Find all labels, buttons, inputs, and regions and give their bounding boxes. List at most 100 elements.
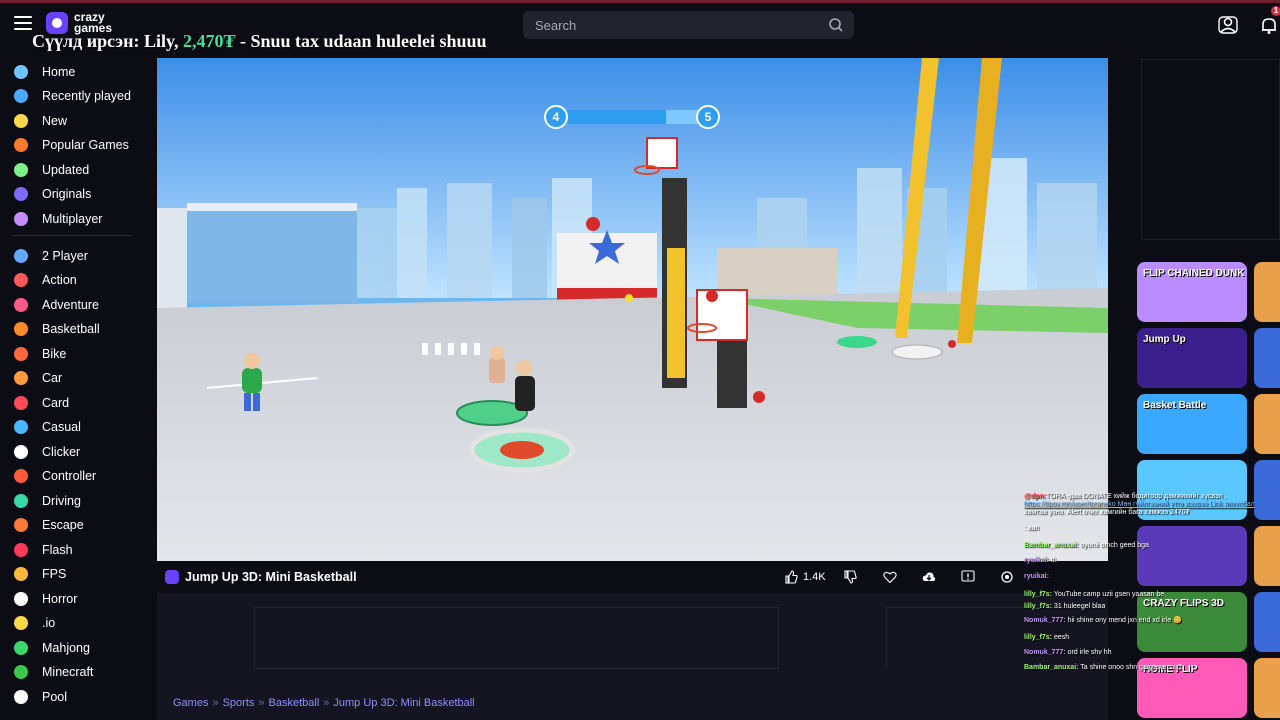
breadcrumb-link[interactable]: Sports xyxy=(223,697,255,709)
friends-icon[interactable] xyxy=(1217,14,1239,36)
sidebar-item-label: Mahjong xyxy=(42,641,90,655)
heart-icon[interactable] xyxy=(883,569,897,585)
sidebar-divider xyxy=(12,235,132,236)
sidebar-item-action[interactable]: Action xyxy=(14,268,77,292)
chat-message: lilly_f7s: 31 huleegel blaa xyxy=(1024,602,1105,612)
sidebar-item-label: Card xyxy=(42,396,70,410)
game-thumbnail-label: Jump Up xyxy=(1143,334,1186,345)
download-icon[interactable] xyxy=(922,569,936,585)
search-icon[interactable] xyxy=(828,17,844,33)
chat-username: Nomuk_777: xyxy=(1024,617,1066,624)
chat-username: Bambar_anuxai: xyxy=(1024,542,1079,549)
sidebar-item-flash[interactable]: Flash xyxy=(14,538,73,562)
game-thumbnail[interactable]: Jump Up xyxy=(1137,328,1247,388)
top-accent-line xyxy=(0,0,1280,3)
sidebar-item-label: Recently played xyxy=(42,89,131,103)
sidebar-item-label: Adventure xyxy=(42,298,99,312)
game-thumbnail-partial[interactable] xyxy=(1254,394,1280,454)
chat-username: lilly_f7s: xyxy=(1024,591,1053,598)
chat-text: Ta shine onoo shn gargasan uu? xyxy=(1078,664,1182,671)
sidebar-item-casual[interactable]: Casual xyxy=(14,415,81,439)
sidebar-item-pool[interactable]: Pool xyxy=(14,685,67,709)
sidebar-item-recently-played[interactable]: Recently played xyxy=(14,84,131,108)
sidebar-item-basketball[interactable]: Basketball xyxy=(14,317,100,341)
thumbs-up-icon xyxy=(785,570,798,584)
sidebar-item-label: Minecraft xyxy=(42,665,94,679)
casual-icon xyxy=(14,420,28,434)
sidebar-item-home[interactable]: Home xyxy=(14,60,75,84)
search-placeholder: Search xyxy=(535,18,577,33)
mahjong-icon xyxy=(14,641,28,655)
chat-username: @dpn: xyxy=(1024,493,1046,500)
chat-username: Nomuk_777: xyxy=(1024,649,1066,656)
sidebar-item-escape[interactable]: Escape xyxy=(14,513,84,537)
sidebar-item-mahjong[interactable]: Mahjong xyxy=(14,636,90,660)
game-thumbnail[interactable]: Basket Battle xyxy=(1137,394,1247,454)
report-icon[interactable] xyxy=(961,569,975,585)
sidebar-item-label: Car xyxy=(42,371,63,385)
sidebar-item-label: Escape xyxy=(42,518,84,532)
breadcrumb-link[interactable]: Basketball xyxy=(269,697,320,709)
sidebar-item-fps[interactable]: FPS xyxy=(14,562,66,586)
breadcrumb: Games» Sports» Basketball» Jump Up 3D: Mini… xyxy=(173,697,475,709)
theater-mode-icon[interactable] xyxy=(1000,569,1014,585)
chat-text: eesh xyxy=(1052,634,1070,641)
sidebar-item-bike[interactable]: Bike xyxy=(14,342,66,366)
sidebar-item-popular-games[interactable]: Popular Games xyxy=(14,133,129,157)
sidebar-item-clicker[interactable]: Clicker xyxy=(14,440,80,464)
sidebar-item-driving[interactable]: Driving xyxy=(14,489,81,513)
controller-icon xyxy=(14,469,28,483)
ad-slot xyxy=(254,607,779,669)
right-ad-slot xyxy=(1141,59,1280,240)
game-thumbnail[interactable]: FLIP CHAINED DUNK xyxy=(1137,262,1247,322)
breadcrumb-link[interactable]: Games xyxy=(173,697,208,709)
sidebar-item-label: Popular Games xyxy=(42,138,129,152)
sidebar-item-horror[interactable]: Horror xyxy=(14,587,77,611)
clock-icon xyxy=(14,89,28,103)
chat-message: lilly_f7s: YouTube camp uzii gsen yaasan… xyxy=(1024,590,1164,600)
sidebar-item-car[interactable]: Car xyxy=(14,366,62,390)
level-progress-fill xyxy=(564,110,666,124)
sidebar-item-label: Bike xyxy=(42,347,67,361)
sidebar-item-adventure[interactable]: Adventure xyxy=(14,293,99,317)
sidebar-item-originals[interactable]: Originals xyxy=(14,182,91,206)
chat-username: Bambar_anuxai: xyxy=(1024,664,1079,671)
menu-icon[interactable] xyxy=(14,16,32,32)
like-button[interactable]: 1.4K xyxy=(784,569,826,585)
game-thumbnail-label: Basket Battle xyxy=(1143,400,1207,411)
chat-message: : aan xyxy=(1024,524,1040,534)
steering-icon xyxy=(14,494,28,508)
game-scene-illustration xyxy=(157,58,1108,561)
search-input[interactable]: Search xyxy=(523,11,854,39)
sidebar-item-card[interactable]: Card xyxy=(14,391,69,415)
bike-icon xyxy=(14,347,28,361)
level-progress-hud: 4 5 xyxy=(544,105,720,129)
chat-text: хамтаа узнэ. Alert очих хамгийн бага хэм… xyxy=(1024,509,1190,516)
sidebar-item-label: Originals xyxy=(42,187,92,201)
sidebar-item-controller[interactable]: Controller xyxy=(14,464,96,488)
game-thumbnail-partial[interactable] xyxy=(1254,262,1280,322)
chat-text: ord irle shv hh xyxy=(1065,649,1112,656)
alert-amount: 2,470₮ xyxy=(182,31,236,51)
sidebar-item-2-player[interactable]: 2 Player xyxy=(14,244,88,268)
notifications-button[interactable]: 1 xyxy=(1258,6,1280,36)
people-icon xyxy=(14,212,28,226)
sidebar-item-updated[interactable]: Updated xyxy=(14,158,89,182)
game-canvas[interactable]: 4 5 xyxy=(157,58,1108,561)
chat-message: lilly_f7s: eesh xyxy=(1024,633,1069,643)
chat-username: ryuikai: xyxy=(1024,557,1049,564)
thumbs-down-icon[interactable] xyxy=(843,569,857,585)
fire-icon xyxy=(14,138,28,152)
cursor-icon xyxy=(14,445,28,459)
breadcrumb-separator: » xyxy=(212,697,219,709)
sidebar-item-label: Driving xyxy=(42,494,81,508)
sidebar-item-io[interactable]: .io xyxy=(14,611,55,635)
sidebar-item-new[interactable]: New xyxy=(14,109,67,133)
sidebar-item-multiplayer[interactable]: Multiplayer xyxy=(14,207,102,231)
next-level: 5 xyxy=(696,105,720,129)
current-level: 4 xyxy=(544,105,568,129)
game-thumbnail-partial[interactable] xyxy=(1254,328,1280,388)
breadcrumb-link[interactable]: Jump Up 3D: Mini Basketball xyxy=(333,697,474,709)
sidebar-item-minecraft[interactable]: Minecraft xyxy=(14,660,93,684)
alert-prefix: Сүүлд ирсэн: Lily, xyxy=(32,31,183,51)
